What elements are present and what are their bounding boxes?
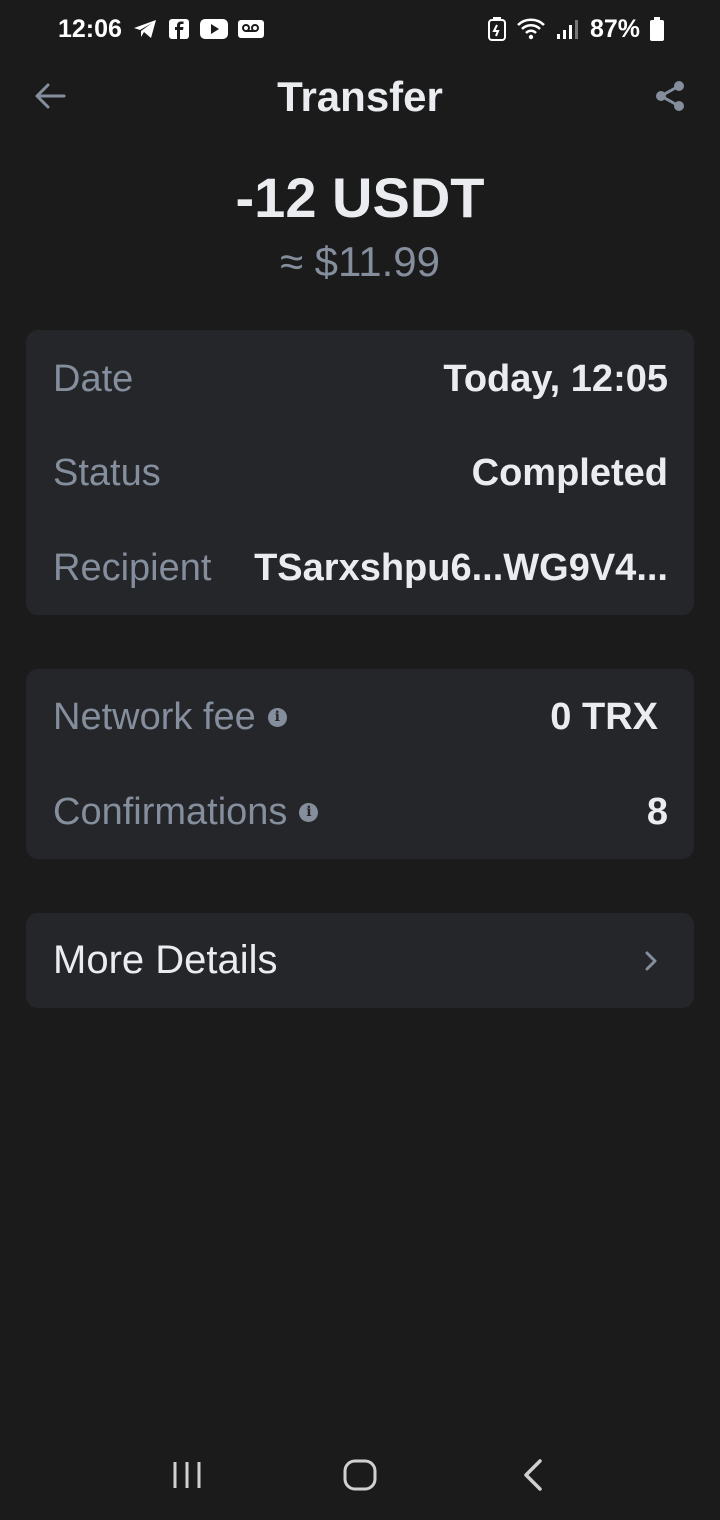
telegram-icon [132,18,158,40]
date-row: Date Today, 12:05 [53,354,668,404]
network-fee-row: Network fee i 0 TRX [53,692,658,742]
share-icon [656,81,684,111]
status-label: Status [53,451,161,494]
home-button[interactable] [330,1445,390,1505]
confirmations-row: Confirmations i 8 [53,787,668,837]
battery-icon [650,17,664,41]
share-button[interactable] [652,78,688,114]
recipient-address[interactable]: TSarxshpu6...WG9V4... [254,547,668,590]
confirmations-label: Confirmations [53,790,288,833]
system-nav-bar [0,1430,720,1520]
wifi-icon [516,17,546,41]
arrow-left-icon [35,83,66,109]
status-time: 12:06 [58,14,122,43]
status-bar-right: 87% [487,14,664,44]
network-fee-value: 0 TRX [550,695,658,738]
info-icon[interactable]: i [299,802,319,822]
more-details-button[interactable]: More Details [26,913,694,1008]
recipient-row[interactable]: Recipient TSarxshpu6...WG9V4... [53,543,668,593]
confirmations-label-wrap: Confirmations i [53,790,319,834]
recipient-label: Recipient [53,546,212,589]
status-value: Completed [471,451,668,494]
youtube-icon [199,19,228,39]
home-icon [343,1459,377,1491]
back-icon [524,1459,543,1491]
voicemail-icon [237,18,264,40]
fiat-amount: ≈ $11.99 [279,238,441,285]
facebook-icon [168,18,190,40]
page-title: Transfer [277,73,443,120]
battery-saver-icon [487,17,506,41]
date-label: Date [53,357,134,400]
more-details-label: More Details [53,938,278,982]
system-back-button[interactable] [503,1445,563,1505]
recents-icon [173,1462,201,1488]
details-card: Date Today, 12:05 Status Completed Recip… [26,330,694,615]
date-value: Today, 12:05 [443,357,668,400]
chevron-right-icon [645,951,657,970]
back-button[interactable] [32,78,68,114]
transfer-amount: -12 USDT [235,166,485,229]
status-bar: 12:06 87% [0,0,720,58]
signal-icon [556,18,580,40]
fees-card: Network fee i 0 TRX Confirmations i 8 [26,669,694,859]
battery-percent: 87% [589,14,640,43]
status-row: Status Completed [53,448,668,498]
network-fee-label-wrap: Network fee i [53,696,287,739]
recents-button[interactable] [157,1445,217,1505]
info-icon[interactable]: i [267,707,287,727]
network-fee-label: Network fee [53,695,256,738]
app-header: Transfer [0,58,720,136]
status-bar-left: 12:06 [58,15,264,44]
confirmations-value: 8 [646,790,668,833]
